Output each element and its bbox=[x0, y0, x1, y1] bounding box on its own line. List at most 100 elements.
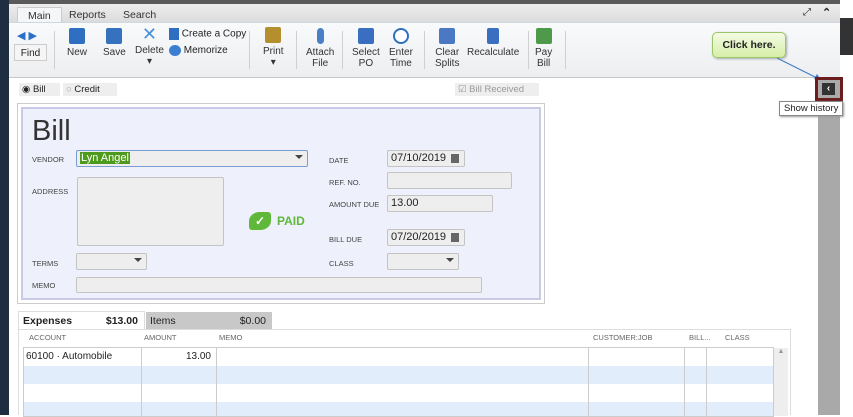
ref-no-field[interactable] bbox=[387, 172, 512, 189]
scroll-up-icon[interactable]: ▲ bbox=[778, 348, 785, 355]
recalculate-button[interactable]: Recalculate bbox=[467, 28, 519, 58]
create-copy-button[interactable]: Create a Copy bbox=[169, 28, 246, 40]
address-field[interactable] bbox=[77, 177, 224, 246]
prev-next-arrows-icon[interactable]: ◀ ▶ bbox=[17, 29, 37, 42]
show-history-button[interactable]: ‹ bbox=[815, 77, 843, 101]
create-copy-label: Create a Copy bbox=[181, 28, 247, 40]
save-button[interactable]: Save bbox=[103, 28, 126, 58]
stopwatch-icon bbox=[392, 28, 409, 44]
memorize-button[interactable]: Memorize bbox=[169, 45, 228, 56]
expenses-tab-label: Expenses bbox=[23, 315, 73, 327]
class-label: CLASS bbox=[329, 259, 354, 268]
select-po-button[interactable]: Select PO bbox=[352, 28, 380, 69]
tab-search[interactable]: Search bbox=[113, 7, 166, 22]
recalculate-label: Recalculate bbox=[467, 47, 520, 58]
amount-cell[interactable]: 13.00 bbox=[139, 351, 211, 362]
class-dropdown[interactable] bbox=[387, 253, 459, 270]
date-field[interactable]: 07/10/2019 bbox=[387, 150, 465, 167]
collapse-ribbon-icon[interactable]: ⌃ bbox=[822, 6, 831, 19]
credit-radio-label: Credit bbox=[74, 84, 100, 95]
ref-no-label: REF. NO. bbox=[329, 178, 361, 187]
table-row[interactable] bbox=[24, 366, 773, 384]
enter-label-2: Time bbox=[390, 58, 412, 69]
items-tab-label: Items bbox=[150, 315, 176, 327]
credit-radio[interactable]: ○ Credit bbox=[63, 83, 117, 96]
expand-icon[interactable]: ⤢ bbox=[803, 7, 811, 18]
pay-bill-icon bbox=[535, 28, 552, 44]
clear-label-1: Clear bbox=[435, 47, 460, 58]
terms-dropdown[interactable] bbox=[76, 253, 147, 270]
select-po-icon bbox=[357, 28, 374, 44]
attach-label-2: File bbox=[312, 58, 329, 69]
tab-expenses[interactable]: Expenses $13.00 bbox=[18, 311, 145, 329]
tab-items[interactable]: Items $0.00 bbox=[146, 312, 272, 329]
save-label: Save bbox=[103, 47, 126, 58]
copy-icon bbox=[169, 28, 179, 40]
date-label: DATE bbox=[329, 156, 349, 165]
ribbon-tabs: Main Reports Search ⤢ ⌃ bbox=[9, 4, 840, 22]
table-row[interactable] bbox=[24, 384, 773, 402]
memorize-label: Memorize bbox=[183, 45, 228, 57]
clear-splits-icon bbox=[439, 28, 456, 44]
expenses-tab-amount: $13.00 bbox=[105, 315, 138, 327]
memo-field[interactable] bbox=[76, 277, 482, 293]
pay-label-1: Pay bbox=[535, 47, 553, 58]
amount-due-field[interactable]: 13.00 bbox=[387, 195, 493, 212]
print-label: Print bbox=[263, 46, 284, 57]
clear-splits-button[interactable]: Clear Splits bbox=[435, 28, 459, 69]
new-label: New bbox=[67, 47, 88, 58]
date-value: 07/10/2019 bbox=[391, 152, 447, 164]
grid-scrollbar[interactable]: ▲ bbox=[774, 348, 788, 416]
page-title: Bill bbox=[32, 115, 71, 147]
tab-reports[interactable]: Reports bbox=[59, 7, 116, 22]
delete-icon: ✕ bbox=[141, 24, 157, 44]
account-cell[interactable]: 60100 · Automobile bbox=[26, 351, 112, 362]
column-header-billable[interactable]: BILL... bbox=[689, 333, 711, 342]
bill-received-label: Bill Received bbox=[469, 84, 525, 95]
column-header-class[interactable]: CLASS bbox=[725, 333, 750, 342]
vendor-dropdown[interactable]: Lyn Angel bbox=[76, 150, 308, 167]
vendor-value: Lyn Angel bbox=[80, 152, 130, 164]
bill-received-checkbox[interactable]: ☑ Bill Received bbox=[455, 83, 539, 96]
new-button[interactable]: New bbox=[67, 28, 87, 58]
column-header-amount[interactable]: AMOUNT bbox=[144, 333, 177, 342]
enter-time-button[interactable]: Enter Time bbox=[389, 28, 413, 69]
calendar-icon[interactable] bbox=[451, 154, 459, 163]
attach-file-button[interactable]: Attach File bbox=[306, 28, 334, 69]
bill-due-label: BILL DUE bbox=[329, 235, 363, 244]
paid-stamp: PAID bbox=[277, 214, 305, 228]
tab-main[interactable]: Main bbox=[17, 7, 62, 22]
print-button[interactable]: Print ▾ bbox=[263, 27, 284, 68]
find-button[interactable]: Find bbox=[14, 44, 47, 61]
checkbox-checked-icon: ☑ bbox=[458, 84, 467, 95]
column-header-account[interactable]: ACCOUNT bbox=[29, 333, 66, 342]
pay-bill-button[interactable]: Pay Bill bbox=[535, 28, 552, 69]
bill-radio-label: Bill bbox=[32, 84, 46, 95]
bill-due-field[interactable]: 07/20/2019 bbox=[387, 229, 465, 246]
pay-label-2: Bill bbox=[536, 58, 551, 69]
background-window bbox=[840, 0, 853, 415]
table-row[interactable]: 60100 · Automobile 13.00 bbox=[24, 348, 773, 366]
enter-label-1: Enter bbox=[389, 47, 413, 58]
show-history-tooltip: Show history bbox=[779, 101, 844, 116]
vendor-label: VENDOR bbox=[32, 155, 65, 164]
print-icon bbox=[265, 27, 282, 43]
calendar-icon[interactable] bbox=[451, 233, 459, 242]
bill-radio[interactable]: ◉ Bill bbox=[19, 83, 60, 96]
paid-check-icon: ✓ bbox=[249, 212, 271, 230]
calculator-icon bbox=[487, 28, 500, 44]
new-icon bbox=[69, 28, 85, 44]
bill-form: Bill VENDOR Lyn Angel ADDRESS ✓ PAID TER… bbox=[17, 103, 545, 304]
save-icon bbox=[106, 28, 123, 44]
attach-label-1: Attach bbox=[306, 47, 335, 58]
select-label-1: Select bbox=[352, 47, 380, 58]
callout-bubble: Click here. bbox=[712, 32, 786, 58]
paperclip-icon bbox=[316, 28, 324, 44]
grid-body: 60100 · Automobile 13.00 bbox=[23, 347, 774, 417]
items-tab-amount: $0.00 bbox=[239, 315, 266, 327]
radio-empty-icon: ○ bbox=[66, 84, 72, 95]
column-header-memo[interactable]: MEMO bbox=[219, 333, 242, 342]
radio-selected-icon: ◉ bbox=[22, 84, 31, 95]
delete-button[interactable]: ✕ Delete ▾ bbox=[135, 24, 164, 67]
column-header-customer-job[interactable]: CUSTOMER:JOB bbox=[593, 333, 652, 342]
